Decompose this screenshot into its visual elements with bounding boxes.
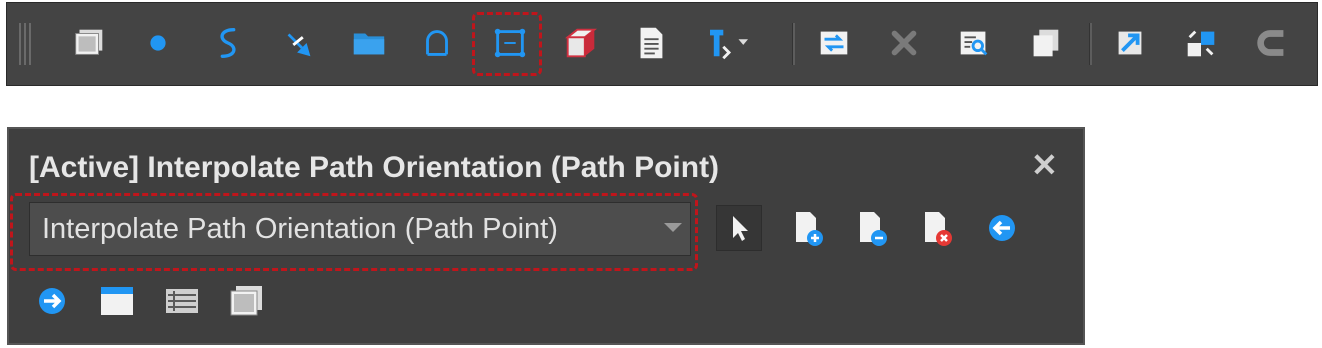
layers-button[interactable] [67,21,111,65]
add-point-button[interactable] [785,205,831,251]
toolbar-separator [792,23,795,65]
resize-button[interactable] [1108,21,1152,65]
copy-icon [1033,29,1059,57]
dropdown-highlight [10,193,698,271]
arc-button[interactable] [415,21,459,65]
folder-button[interactable] [347,21,391,65]
close-icon[interactable]: ✕ [1031,149,1058,181]
arc-shape-icon [426,30,448,56]
arrow-left-icon [989,215,1015,241]
dot-icon [150,35,166,51]
panel-title: [Active] Interpolate Path Orientation (P… [29,151,720,184]
rotate-button[interactable] [1179,21,1223,65]
rotate-icon [1187,30,1215,57]
toolbar-separator [1089,23,1092,65]
c-shape-icon [1257,30,1284,56]
arrow-right-icon [39,288,65,314]
frame-path-highlight [472,12,542,76]
delete-point-icon [925,212,952,246]
box-icon [564,28,598,58]
delete-point-button[interactable] [914,205,960,251]
curve-button[interactable] [206,21,250,65]
folder-icon [353,33,385,55]
remove-point-icon [860,212,887,246]
point-button[interactable] [136,21,180,65]
delete-icon [891,30,917,56]
swap-icon [820,31,848,55]
table-icon [166,289,198,313]
layers-panel-button[interactable] [223,278,269,324]
delete-button[interactable] [882,21,926,65]
resize-icon [1118,31,1142,55]
layers-icon [75,29,103,55]
swap-button[interactable] [812,21,856,65]
layers-icon [230,286,262,316]
inspect-icon [960,31,988,56]
next-button[interactable] [29,278,75,324]
select-cursor-button[interactable] [716,205,762,251]
path-curve-icon [220,28,236,58]
cursor-icon [733,216,748,241]
previous-button[interactable] [979,205,1025,251]
window-icon [101,287,133,315]
toolbar-grip[interactable] [19,23,33,65]
tool-dropdown-button[interactable] [700,21,758,65]
box-button[interactable] [559,21,603,65]
document-icon [640,27,663,59]
table-button[interactable] [159,278,205,324]
copy-button[interactable] [1023,21,1067,65]
window-button[interactable] [94,278,140,324]
add-point-icon [796,212,823,246]
main-toolbar [6,2,1318,86]
diagonal-arrows-icon [287,33,311,57]
inspect-button[interactable] [952,21,996,65]
c-shape-button[interactable] [1250,21,1294,65]
transform-button[interactable] [277,21,321,65]
tool-dropdown-icon [710,29,748,60]
remove-point-button[interactable] [849,205,895,251]
document-button[interactable] [629,21,673,65]
